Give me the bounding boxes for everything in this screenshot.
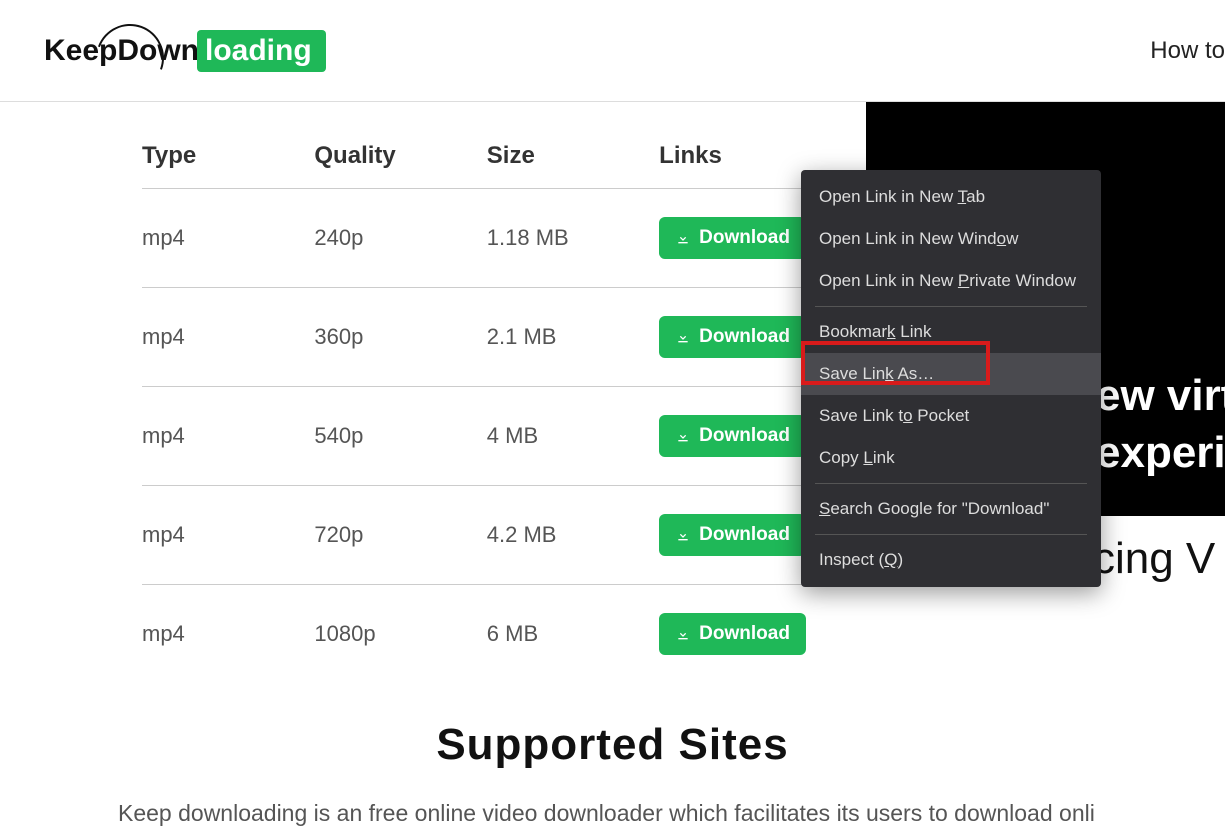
- ctx-separator: [815, 483, 1087, 484]
- cell-size: 6 MB: [487, 585, 659, 684]
- download-table: Type Quality Size Links mp4240p1.18 MBDo…: [142, 124, 862, 683]
- cell-type: mp4: [142, 288, 314, 387]
- download-button-label: Download: [699, 227, 790, 249]
- download-button[interactable]: Download: [659, 514, 806, 556]
- cell-quality: 240p: [314, 189, 486, 288]
- download-button[interactable]: Download: [659, 316, 806, 358]
- cell-type: mp4: [142, 387, 314, 486]
- download-icon: [675, 230, 691, 246]
- download-button-label: Download: [699, 425, 790, 447]
- logo-text-keep: Keep: [44, 34, 117, 68]
- ctx-save-link-as[interactable]: Save Link As…: [801, 353, 1101, 395]
- table-row: mp4360p2.1 MB Download: [142, 288, 862, 387]
- cell-type: mp4: [142, 189, 314, 288]
- download-icon: [675, 428, 691, 444]
- cell-size: 2.1 MB: [487, 288, 659, 387]
- ctx-separator: [815, 306, 1087, 307]
- logo-text-down: Down: [117, 34, 199, 68]
- download-icon: [675, 527, 691, 543]
- table-row: mp4720p4.2 MB Download: [142, 486, 862, 585]
- cell-size: 4.2 MB: [487, 486, 659, 585]
- ctx-open-new-window[interactable]: Open Link in New Window: [801, 218, 1101, 260]
- th-type: Type: [142, 124, 314, 189]
- cell-links: Download: [659, 585, 862, 684]
- ctx-bookmark-link[interactable]: Bookmark Link: [801, 311, 1101, 353]
- site-logo[interactable]: Keep Down loading: [44, 30, 326, 72]
- logo-text-loading: loading: [197, 30, 326, 72]
- download-button-label: Download: [699, 524, 790, 546]
- download-button[interactable]: Download: [659, 613, 806, 655]
- ctx-open-private-window[interactable]: Open Link in New Private Window: [801, 260, 1101, 302]
- cell-quality: 360p: [314, 288, 486, 387]
- ctx-inspect[interactable]: Inspect (Q): [801, 539, 1101, 581]
- cell-size: 1.18 MB: [487, 189, 659, 288]
- header: Keep Down loading How to: [0, 0, 1225, 102]
- context-menu: Open Link in New Tab Open Link in New Wi…: [801, 170, 1101, 587]
- table-row: mp4240p1.18 MB Download: [142, 189, 862, 288]
- table-row: mp4540p4 MB Download: [142, 387, 862, 486]
- download-button-label: Download: [699, 326, 790, 348]
- cell-type: mp4: [142, 585, 314, 684]
- ctx-separator: [815, 534, 1087, 535]
- ctx-open-new-tab[interactable]: Open Link in New Tab: [801, 176, 1101, 218]
- supported-subtext: Keep downloading is an free online video…: [118, 800, 1095, 827]
- cell-size: 4 MB: [487, 387, 659, 486]
- cell-quality: 540p: [314, 387, 486, 486]
- table-row: mp41080p6 MB Download: [142, 585, 862, 684]
- th-size: Size: [487, 124, 659, 189]
- download-button[interactable]: Download: [659, 217, 806, 259]
- cell-type: mp4: [142, 486, 314, 585]
- supported-title: Supported Sites: [0, 720, 1225, 770]
- ctx-search-google[interactable]: Search Google for "Download": [801, 488, 1101, 530]
- download-icon: [675, 329, 691, 345]
- th-quality: Quality: [314, 124, 486, 189]
- cell-quality: 720p: [314, 486, 486, 585]
- ctx-save-to-pocket[interactable]: Save Link to Pocket: [801, 395, 1101, 437]
- video-overlay-text: ew virtuaexperien: [1096, 367, 1225, 481]
- download-button[interactable]: Download: [659, 415, 806, 457]
- nav-howto[interactable]: How to: [1150, 37, 1225, 65]
- download-icon: [675, 626, 691, 642]
- ctx-copy-link[interactable]: Copy Link: [801, 437, 1101, 479]
- supported-section: Supported Sites: [0, 720, 1225, 770]
- cell-quality: 1080p: [314, 585, 486, 684]
- download-button-label: Download: [699, 623, 790, 645]
